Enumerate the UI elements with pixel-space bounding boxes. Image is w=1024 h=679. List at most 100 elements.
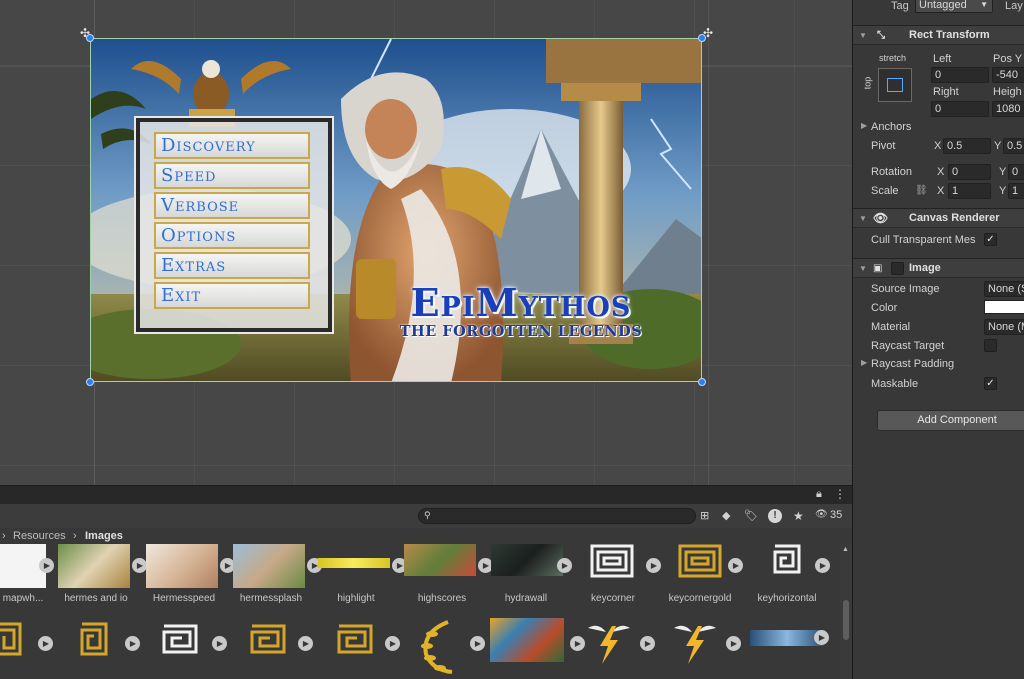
play-icon[interactable]: ▶ — [815, 558, 830, 573]
project-search-input[interactable]: ⚲ — [418, 508, 696, 524]
scroll-up-icon[interactable]: ▲ — [842, 546, 849, 553]
canvas-image-rect[interactable]: Discovery Speed Verbose Options Extras E… — [90, 38, 702, 382]
search-icon: ⚲ — [424, 510, 431, 520]
play-icon[interactable]: ▶ — [814, 630, 829, 645]
logo-title: EpiMythos — [410, 280, 632, 325]
scene-view[interactable]: Discovery Speed Verbose Options Extras E… — [0, 0, 852, 485]
rotation-y-label: Y — [999, 166, 1007, 178]
left-field[interactable]: 0 — [931, 67, 989, 83]
rect-transform-header[interactable]: ▼ ⤡ Rect Transform — [853, 25, 1024, 45]
play-icon[interactable]: ▶ — [470, 636, 485, 651]
play-icon[interactable]: ▶ — [298, 636, 313, 651]
breadcrumb-resources[interactable]: Resources — [13, 528, 66, 544]
anchor-top-right-icon[interactable]: ✣ — [701, 26, 715, 40]
rotation-x-field[interactable]: 0 — [948, 164, 991, 180]
right-label: Right — [933, 86, 959, 98]
breadcrumb-images[interactable]: Images — [85, 528, 123, 544]
play-icon[interactable]: ▶ — [726, 636, 741, 651]
info-icon[interactable]: ! — [768, 509, 782, 523]
rect-handle-bottom-right[interactable] — [698, 378, 706, 386]
top-label: top — [862, 76, 873, 90]
anchor-preset-icon — [887, 78, 903, 92]
tag-icon[interactable]: 🏷︎ — [744, 509, 758, 522]
pivot-x-field[interactable]: 0.5 — [943, 138, 991, 154]
pivot-y-label: Y — [994, 140, 1002, 152]
tag-label: Tag — [891, 0, 909, 12]
tag-dropdown[interactable]: Untagged ▼ — [915, 0, 993, 13]
play-icon[interactable]: ▶ — [39, 558, 54, 573]
game-logo: EpiMythos THE FORGOTTEN LEGENDS — [396, 280, 646, 341]
maskable-checkbox[interactable]: ✓ — [984, 377, 997, 390]
canvas-renderer-header[interactable]: ▼ 👁 Canvas Renderer — [853, 208, 1024, 228]
menu-options-button[interactable]: Options — [154, 222, 310, 249]
menu-verbose-button[interactable]: Verbose — [154, 192, 310, 219]
layer-label: Lay — [1005, 0, 1023, 12]
asset-grid[interactable]: ▶ mapwh... ▶ hermes and io ▶ Hermesspeed… — [0, 544, 838, 679]
play-icon[interactable]: ▶ — [570, 636, 585, 651]
menu-discovery-button[interactable]: Discovery — [154, 132, 310, 159]
cull-transparent-checkbox[interactable]: ✓ — [984, 233, 997, 246]
logo-subtitle: THE FORGOTTEN LEGENDS — [399, 323, 643, 340]
anchors-label[interactable]: Anchors — [871, 121, 911, 133]
visibility-count-icon[interactable]: 👁 — [815, 509, 828, 520]
play-icon[interactable]: ▶ — [728, 558, 743, 573]
raycast-target-label: Raycast Target — [871, 340, 945, 352]
foldout-arrow-icon[interactable]: ▶ — [861, 358, 867, 367]
color-swatch[interactable] — [984, 300, 1024, 314]
image-component-header[interactable]: ▼ ▣ Image — [853, 258, 1024, 278]
height-label: Heigh — [993, 86, 1022, 98]
scale-y-field[interactable]: 1 — [1008, 183, 1024, 199]
play-icon[interactable]: ▶ — [385, 636, 400, 651]
play-icon[interactable]: ▶ — [125, 636, 140, 651]
play-icon[interactable]: ▶ — [646, 558, 661, 573]
scroll-thumb[interactable] — [843, 600, 849, 640]
height-field[interactable]: 1080 — [992, 101, 1024, 117]
rect-transform-icon: ⤡ — [877, 30, 885, 41]
play-icon[interactable]: ▶ — [132, 558, 147, 573]
canvas-renderer-title: Canvas Renderer — [909, 212, 1000, 224]
raycast-padding-label[interactable]: Raycast Padding — [871, 358, 954, 370]
greek-key-horizontal-thumb — [773, 544, 801, 574]
menu-speed-button[interactable]: Speed — [154, 162, 310, 189]
play-icon[interactable]: ▶ — [640, 636, 655, 651]
unity-editor: Discovery Speed Verbose Options Extras E… — [0, 0, 1024, 679]
hermes-splash-thumb — [233, 544, 305, 588]
breadcrumb: › Resources › Images — [0, 528, 852, 544]
key-gold-3-icon — [250, 624, 286, 654]
source-image-field[interactable]: None (S — [984, 281, 1024, 297]
search-by-label-icon[interactable]: ◆ — [722, 509, 730, 522]
play-icon[interactable]: ▶ — [212, 636, 227, 651]
rotation-y-field[interactable]: 0 — [1008, 164, 1024, 180]
anchor-preset-button[interactable] — [878, 68, 912, 102]
color-label: Color — [871, 302, 898, 314]
material-field[interactable]: None (M — [984, 319, 1024, 335]
image-enabled-checkbox[interactable] — [891, 262, 904, 275]
hydra-thumb — [491, 544, 563, 576]
painting-thumb — [490, 618, 564, 662]
play-icon[interactable]: ▶ — [38, 636, 53, 651]
raycast-target-checkbox[interactable] — [984, 339, 997, 352]
menu-exit-button[interactable]: Exit — [154, 282, 310, 309]
menu-extras-button[interactable]: Extras — [154, 252, 310, 279]
search-by-type-icon[interactable]: ⊞ — [700, 509, 709, 522]
favorite-star-icon[interactable]: ★ — [793, 509, 804, 523]
posy-field[interactable]: -540 — [992, 67, 1024, 83]
scale-label: Scale — [871, 185, 899, 197]
left-label: Left — [933, 53, 952, 65]
greek-key-gold-thumb — [678, 544, 722, 578]
more-options-icon[interactable]: ⋮ — [834, 487, 846, 501]
constrain-link-icon[interactable]: ⛓ — [915, 185, 928, 196]
lock-icon[interactable]: 🔒︎ — [816, 488, 822, 501]
scale-x-field[interactable]: 1 — [948, 183, 991, 199]
project-scrollbar[interactable]: ▲ — [840, 544, 852, 679]
project-tab-bar: 🔒︎ ⋮ — [0, 486, 852, 504]
right-field[interactable]: 0 — [931, 101, 989, 117]
play-icon[interactable]: ▶ — [557, 558, 572, 573]
anchor-top-left-icon[interactable]: ✣ — [78, 26, 92, 40]
foldout-arrow-icon[interactable]: ▶ — [861, 121, 867, 130]
rect-handle-bottom-left[interactable] — [86, 378, 94, 386]
hermes-io-thumb — [58, 544, 130, 588]
add-component-button[interactable]: Add Component — [877, 410, 1024, 431]
chevron-right-icon: › — [73, 530, 77, 542]
pivot-y-field[interactable]: 0.5 — [1003, 138, 1024, 154]
